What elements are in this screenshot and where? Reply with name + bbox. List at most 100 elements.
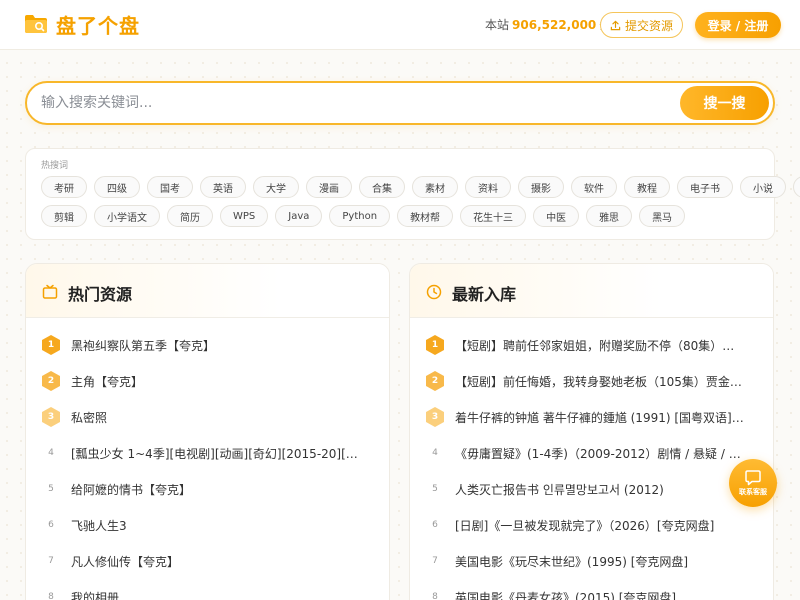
rank-badge: 1: [42, 335, 60, 355]
submit-resource-button[interactable]: 提交资源: [600, 12, 683, 38]
list-item-title[interactable]: 英国电影《丹麦女孩》(2015) [夸克网盘]: [455, 589, 745, 600]
hot-tag[interactable]: 教材帮: [397, 205, 454, 227]
list-item[interactable]: 5 人类灭亡报告书 인류멸망보고서 (2012): [410, 471, 773, 507]
rank-badge: 1: [426, 335, 444, 355]
hot-resources-panel: 热门资源 1 黑袍纠察队第五季【夸克】 2 主角【夸克】 3 私密照 4 [瓢虫…: [25, 263, 390, 600]
list-item[interactable]: 1 【短剧】聘前任邻家姐姐，附赠奖励不停（80集）王...: [410, 327, 773, 363]
list-item-title[interactable]: 【短剧】聘前任邻家姐姐，附赠奖励不停（80集）王...: [455, 337, 745, 354]
list-item-title[interactable]: 《毋庸置疑》(1-4季)（2009-2012）剧情 / 悬疑 / 犯...: [455, 445, 745, 462]
count-value: 906,522,000: [512, 18, 597, 32]
hot-tag[interactable]: 花生十三: [460, 205, 527, 227]
list-item-title[interactable]: 黑袍纠察队第五季【夸克】: [71, 337, 361, 354]
rank-badge: 3: [426, 407, 444, 427]
latest-resources-panel: 最新入库 1 【短剧】聘前任邻家姐姐，附赠奖励不停（80集）王... 2 【短剧…: [409, 263, 774, 600]
rank-badge: 2: [42, 371, 60, 391]
hot-tag[interactable]: 考研: [41, 176, 87, 198]
list-item[interactable]: 8 英国电影《丹麦女孩》(2015) [夸克网盘]: [410, 579, 773, 600]
resource-count: 本站906,522,000条: [485, 16, 611, 33]
tv-icon: [42, 284, 58, 299]
rank-number: 7: [48, 556, 54, 566]
latest-resources-title: 最新入库: [452, 285, 517, 304]
list-item-title[interactable]: 着牛仔裤的钟馗 著牛仔褲的鍾馗 (1991) [国粤双语][1...: [455, 409, 745, 426]
rank-number: 5: [432, 484, 438, 494]
search-button[interactable]: 搜一搜: [680, 86, 769, 120]
rank-number: 5: [48, 484, 54, 494]
hot-tag[interactable]: 英语: [200, 176, 246, 198]
list-item-title[interactable]: 凡人修仙传【夸克】: [71, 553, 361, 570]
chat-bubble-icon: [745, 469, 761, 485]
list-item[interactable]: 4 [瓢虫少女 1~4季][电视剧][动画][奇幻][2015-20][全...: [26, 435, 389, 471]
customer-service-button[interactable]: 联系客服: [729, 459, 777, 507]
hot-tag[interactable]: 资料: [465, 176, 511, 198]
list-item[interactable]: 5 给阿嬷的情书【夸克】: [26, 471, 389, 507]
list-item[interactable]: 3 私密照: [26, 399, 389, 435]
hot-tag[interactable]: Java: [275, 205, 323, 227]
hot-tag[interactable]: 小说: [740, 176, 786, 198]
hot-tag[interactable]: 四级: [94, 176, 140, 198]
list-item[interactable]: 6 [日剧]《一旦被发现就完了》（2026）[夸克网盘]: [410, 507, 773, 543]
latest-resources-header: 最新入库: [410, 264, 773, 318]
list-item[interactable]: 7 美国电影《玩尽末世纪》(1995) [夸克网盘]: [410, 543, 773, 579]
list-item-title[interactable]: 给阿嬷的情书【夸克】: [71, 481, 361, 498]
hot-tag[interactable]: 简历: [167, 205, 213, 227]
rank-number: 6: [48, 520, 54, 530]
hot-tags-row-2: 剪辑 小学语文 简历 WPS Java Python 教材帮 花生十三 中医 雅…: [41, 205, 686, 227]
rank-number: 7: [432, 556, 438, 566]
list-item-title[interactable]: 飞驰人生3: [71, 517, 361, 534]
folder-search-icon[interactable]: [24, 13, 48, 35]
hot-keywords-label: 热搜词: [41, 161, 69, 171]
clock-icon: [426, 284, 442, 300]
hot-tag[interactable]: 小学语文: [94, 205, 160, 227]
hot-tag[interactable]: 国考: [147, 176, 193, 198]
list-item[interactable]: 4 《毋庸置疑》(1-4季)（2009-2012）剧情 / 悬疑 / 犯...: [410, 435, 773, 471]
list-item-title[interactable]: [日剧]《一旦被发现就完了》（2026）[夸克网盘]: [455, 517, 745, 534]
hot-tag[interactable]: 教程: [624, 176, 670, 198]
hot-tag[interactable]: 中医: [533, 205, 580, 227]
hot-keywords-card: 热搜词 考研 四级 国考 英语 大学 漫画 合集 素材 资料 摄影 软件 教程 …: [25, 148, 800, 240]
list-item-title[interactable]: 美国电影《玩尽末世纪》(1995) [夸克网盘]: [455, 553, 745, 570]
hot-tags-row-1: 考研 四级 国考 英语 大学 漫画 合集 素材 资料 摄影 软件 教程 电子书 …: [41, 176, 800, 198]
list-item-title[interactable]: 主角【夸克】: [71, 373, 361, 390]
list-item[interactable]: 6 飞驰人生3: [26, 507, 389, 543]
hot-tag[interactable]: 合集: [359, 176, 405, 198]
list-item[interactable]: 7 凡人修仙传【夸克】: [26, 543, 389, 579]
upload-icon: [610, 20, 621, 30]
hot-tag[interactable]: 黑马: [639, 205, 686, 227]
search-bar: 搜一搜: [25, 81, 775, 125]
list-item-title[interactable]: 【短剧】前任悔婚，我转身娶她老板（105集）贾金赛...: [455, 373, 745, 390]
list-item-title[interactable]: [瓢虫少女 1~4季][电视剧][动画][奇幻][2015-20][全...: [71, 445, 361, 462]
hot-resources-title: 热门资源: [68, 285, 133, 304]
hot-tag[interactable]: 摄影: [518, 176, 564, 198]
list-item[interactable]: 8 我的相册: [26, 579, 389, 600]
list-item[interactable]: 2 主角【夸克】: [26, 363, 389, 399]
list-item[interactable]: 1 黑袍纠察队第五季【夸克】: [26, 327, 389, 363]
login-register-button[interactable]: 登录 / 注册: [695, 12, 781, 38]
hot-tag[interactable]: 剪辑: [41, 205, 87, 227]
hot-tag[interactable]: WPS: [220, 205, 269, 227]
rank-number: 8: [48, 592, 54, 600]
hot-tag[interactable]: 漫画: [306, 176, 352, 198]
list-item-title[interactable]: 私密照: [71, 409, 361, 426]
rank-number: 8: [432, 592, 438, 600]
hot-tag[interactable]: ppt: [793, 176, 800, 198]
list-item-title[interactable]: 我的相册: [71, 589, 361, 600]
hot-tag[interactable]: 雅思: [586, 205, 633, 227]
rank-badge: 3: [42, 407, 60, 427]
site-logo-text[interactable]: 盘了个盘: [56, 10, 140, 39]
count-prefix: 本站: [485, 18, 510, 32]
hot-tag[interactable]: 大学: [253, 176, 299, 198]
search-input[interactable]: [41, 92, 661, 114]
rank-number: 4: [432, 448, 438, 458]
hot-tag[interactable]: 素材: [412, 176, 458, 198]
hot-tag[interactable]: 软件: [571, 176, 617, 198]
submit-resource-label: 提交资源: [624, 18, 673, 33]
list-item[interactable]: 3 着牛仔裤的钟馗 著牛仔褲的鍾馗 (1991) [国粤双语][1...: [410, 399, 773, 435]
list-item[interactable]: 2 【短剧】前任悔婚，我转身娶她老板（105集）贾金赛...: [410, 363, 773, 399]
list-item-title[interactable]: 人类灭亡报告书 인류멸망보고서 (2012): [455, 481, 745, 498]
hot-tag[interactable]: 电子书: [677, 176, 733, 198]
rank-number: 4: [48, 448, 54, 458]
latest-resources-list: 1 【短剧】聘前任邻家姐姐，附赠奖励不停（80集）王... 2 【短剧】前任悔婚…: [410, 327, 773, 600]
hot-resources-header: 热门资源: [26, 264, 389, 318]
hot-tag[interactable]: Python: [329, 205, 391, 227]
rank-badge: 2: [426, 371, 444, 391]
